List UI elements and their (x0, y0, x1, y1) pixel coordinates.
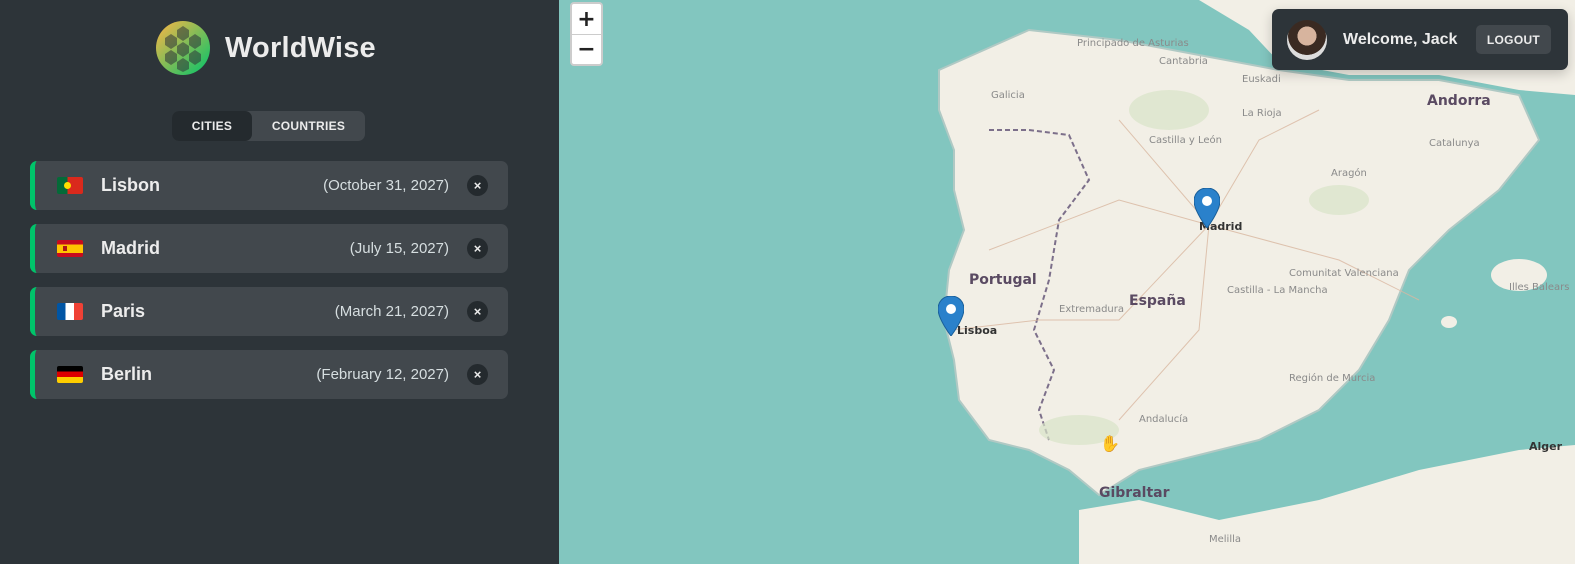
logout-button[interactable]: LOGOUT (1476, 25, 1551, 54)
spain-flag-icon (57, 240, 83, 257)
france-flag-icon (57, 303, 83, 320)
map-marker-lisbon-icon[interactable] (938, 296, 964, 336)
city-name: Berlin (101, 364, 153, 384)
city-item-paris[interactable]: Paris (March 21, 2027) × (30, 287, 508, 336)
map-label-melilla: Melilla (1209, 534, 1242, 545)
city-name: Madrid (101, 238, 161, 258)
map-tiles[interactable] (559, 0, 1575, 564)
sidebar: WorldWise CITIES COUNTRIES Lisbon (Octob… (0, 0, 559, 564)
map-label-alger: Alger (1529, 440, 1563, 453)
map-label-gibraltar: Gibraltar (1099, 485, 1170, 501)
map-label-galicia: Galicia (991, 90, 1025, 101)
map-label-murcia: Región de Murcia (1289, 373, 1376, 384)
portugal-flag-icon (57, 177, 83, 194)
map-label-valenciana: Comunitat Valenciana (1289, 268, 1399, 279)
map-label-asturias: Principado de Asturias (1077, 38, 1189, 49)
app-name: WorldWise (225, 31, 376, 64)
zoom-in-button[interactable]: + (572, 4, 601, 34)
map[interactable]: Principado de Asturias Cantabria Euskadi… (559, 0, 1575, 564)
city-name: Paris (101, 301, 146, 321)
city-list: Lisbon (October 31, 2027) × Madrid (July… (30, 161, 508, 413)
welcome-text: Welcome, Jack (1343, 30, 1458, 48)
worldwise-logo-icon (156, 21, 210, 75)
map-label-cantabria: Cantabria (1159, 56, 1208, 67)
map-label-catalunya: Catalunya (1429, 138, 1480, 149)
map-label-aragon: Aragón (1331, 168, 1367, 179)
grab-cursor-icon: ✋ (1100, 436, 1120, 453)
delete-city-button[interactable]: × (467, 301, 488, 322)
city-date: (February 12, 2027) (316, 366, 449, 383)
map-marker-madrid-icon[interactable] (1194, 188, 1220, 228)
tab-cities[interactable]: CITIES (172, 111, 252, 141)
city-item-madrid[interactable]: Madrid (July 15, 2027) × (30, 224, 508, 273)
germany-flag-icon (57, 366, 83, 383)
map-label-portugal: Portugal (969, 272, 1037, 288)
tab-countries[interactable]: COUNTRIES (252, 111, 365, 141)
map-label-illes-balears: Illes Balears (1509, 282, 1570, 293)
city-date: (March 21, 2027) (334, 303, 449, 320)
map-label-castilla-leon: Castilla y León (1149, 135, 1222, 146)
user-panel: Welcome, Jack LOGOUT (1272, 9, 1568, 70)
avatar (1287, 19, 1327, 60)
city-date: (October 31, 2027) (323, 177, 449, 194)
map-label-larioja: La Rioja (1242, 108, 1282, 119)
zoom-out-button[interactable]: − (572, 34, 601, 64)
map-label-extremadura: Extremadura (1059, 304, 1124, 315)
map-label-andorra: Andorra (1427, 93, 1491, 109)
delete-city-button[interactable]: × (467, 238, 488, 259)
city-name: Lisbon (101, 175, 160, 195)
delete-city-button[interactable]: × (467, 364, 488, 385)
map-label-euskadi: Euskadi (1242, 74, 1281, 85)
city-item-lisbon[interactable]: Lisbon (October 31, 2027) × (30, 161, 508, 210)
logo[interactable]: WorldWise (155, 20, 376, 76)
city-date: (July 15, 2027) (349, 240, 449, 257)
ibiza-island (1441, 316, 1457, 328)
map-label-espana: España (1129, 293, 1186, 309)
city-item-berlin[interactable]: Berlin (February 12, 2027) × (30, 350, 508, 399)
delete-city-button[interactable]: × (467, 175, 488, 196)
map-label-castilla-mancha: Castilla - La Mancha (1227, 285, 1328, 296)
tab-bar: CITIES COUNTRIES (172, 111, 365, 141)
map-label-andalucia: Andalucía (1139, 414, 1189, 425)
zoom-control: + − (570, 2, 603, 66)
